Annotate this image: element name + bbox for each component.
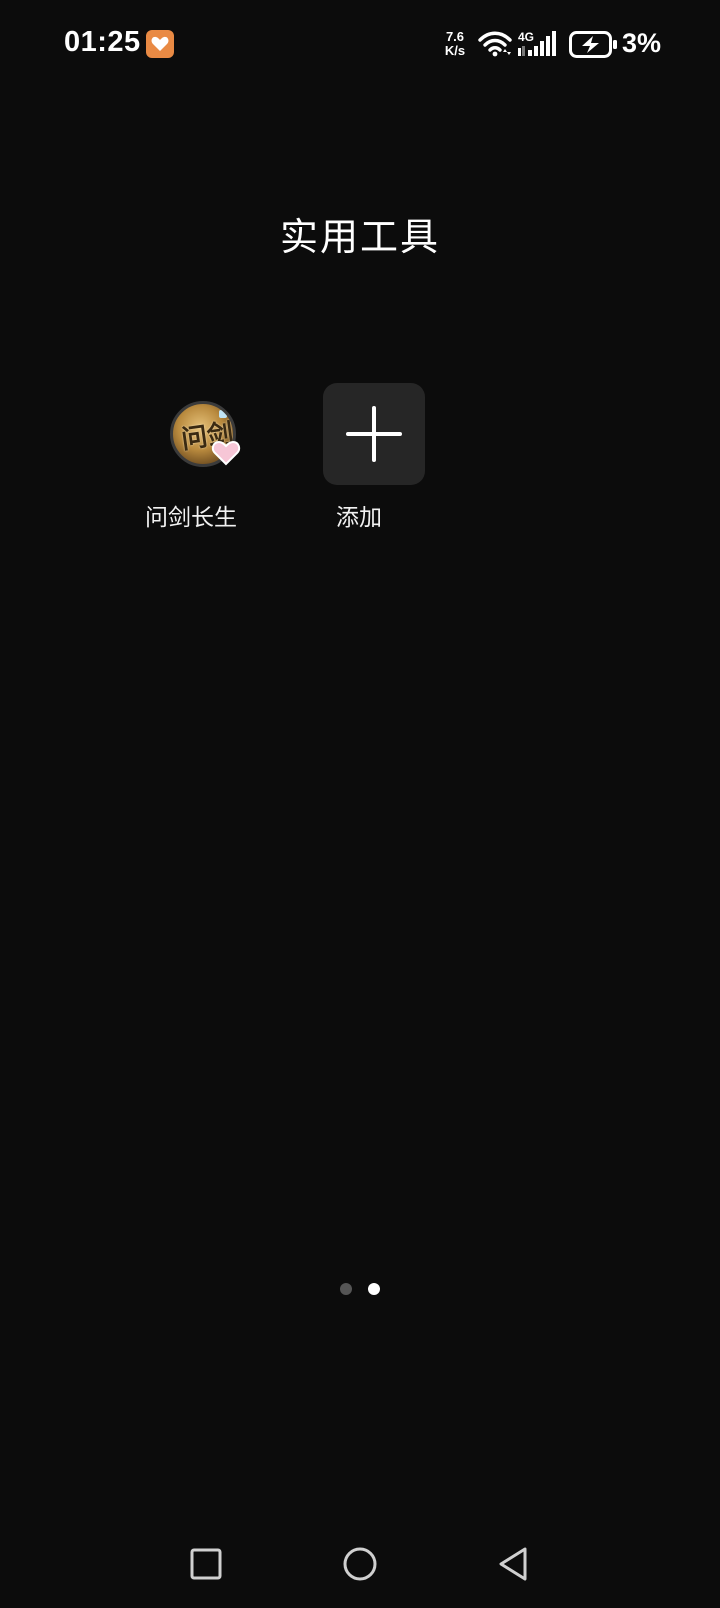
battery-charging-icon xyxy=(569,31,617,58)
plus-icon xyxy=(346,406,402,462)
back-icon[interactable] xyxy=(490,1540,538,1588)
page-dot-1[interactable] xyxy=(340,1283,352,1295)
status-bar: 01:25 7.6 K/s 4G 3% xyxy=(0,0,720,90)
app-item-wenjian-changsheng[interactable]: 问剑 问剑长生 xyxy=(126,380,256,531)
page-indicator xyxy=(0,1283,720,1295)
navigation-bar xyxy=(0,1540,720,1608)
add-tile[interactable] xyxy=(323,383,425,485)
signal-bars-icon xyxy=(518,31,556,56)
game-icon-tag xyxy=(219,410,227,418)
net-speed-unit: K/s xyxy=(444,43,466,58)
wifi-icon xyxy=(478,31,512,57)
folder-title[interactable]: 实用工具 xyxy=(0,206,720,261)
recents-icon[interactable] xyxy=(182,1540,230,1588)
app-label: 问剑长生 xyxy=(145,505,237,531)
page-dot-2-active[interactable] xyxy=(368,1283,380,1295)
net-speed-value: 7.6 xyxy=(445,29,465,44)
status-time: 01:25 xyxy=(64,26,141,58)
battery-percent: 3% xyxy=(622,28,662,58)
app-icon-wrap: 问剑 xyxy=(141,380,241,480)
add-app-button[interactable]: 添加 xyxy=(294,380,425,531)
net-speed: 7.6 K/s xyxy=(440,30,470,58)
cellular-signal: 4G xyxy=(516,28,560,60)
app-icon-wrap xyxy=(309,380,425,485)
heart-badge-icon xyxy=(211,440,241,466)
heart-app-icon xyxy=(146,30,174,58)
home-icon[interactable] xyxy=(336,1540,384,1588)
app-label: 添加 xyxy=(336,505,382,531)
